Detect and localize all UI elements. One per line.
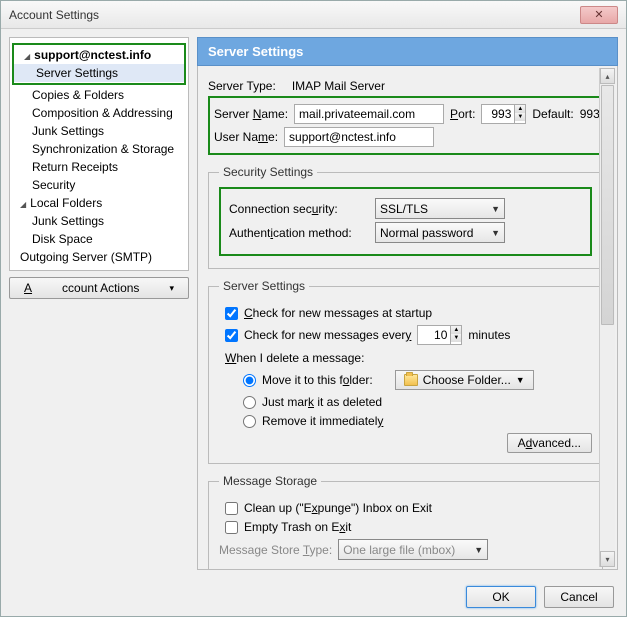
advanced-button[interactable]: Advanced... — [507, 433, 592, 453]
move-folder-label: Move it to this folder: — [262, 373, 373, 387]
check-startup-checkbox[interactable] — [225, 307, 238, 320]
scrollbar[interactable]: ▴ ▾ — [599, 68, 615, 567]
default-port-value: 993 — [580, 107, 600, 121]
connection-security-select[interactable]: SSL/TLS▼ — [375, 198, 505, 219]
scroll-thumb[interactable] — [601, 85, 614, 325]
folder-icon — [404, 374, 418, 386]
cleanup-inbox-checkbox[interactable] — [225, 502, 238, 515]
server-highlight: Server Name: Port: ▲▼ Default: 993 User … — [208, 96, 603, 155]
sidebar-item-copies[interactable]: Copies & Folders — [10, 86, 188, 104]
chevron-down-icon: ▼ — [516, 375, 525, 385]
interval-input[interactable] — [418, 326, 450, 344]
check-startup-label: Check for new messages at startup — [244, 306, 432, 320]
port-input[interactable] — [482, 105, 514, 123]
sidebar-item-sync[interactable]: Synchronization & Storage — [10, 140, 188, 158]
sidebar-item-outgoing[interactable]: Outgoing Server (SMTP) — [10, 248, 188, 266]
cancel-button[interactable]: Cancel — [544, 586, 614, 608]
port-up-icon[interactable]: ▲ — [515, 105, 525, 113]
window-title: Account Settings — [9, 8, 580, 22]
interval-unit: minutes — [468, 328, 510, 342]
server-type-label: Server Type: — [208, 79, 276, 93]
content-header: Server Settings — [197, 37, 618, 66]
scroll-up-icon[interactable]: ▴ — [600, 68, 615, 84]
security-highlight: Connection security: SSL/TLS▼ Authentica… — [219, 187, 592, 256]
scroll-down-icon[interactable]: ▾ — [600, 551, 615, 567]
account-settings-window: Account Settings ✕ support@nctest.info S… — [0, 0, 627, 617]
port-down-icon[interactable]: ▼ — [515, 113, 525, 121]
server-settings-group: Server Settings Check for new messages a… — [208, 279, 603, 464]
default-port-label: Default: — [532, 107, 573, 121]
port-label: Port: — [450, 107, 475, 121]
account-actions-button[interactable]: AAccount Actionsccount Actions▾ — [9, 277, 189, 299]
chevron-down-icon: ▼ — [474, 545, 483, 555]
account-actions: AAccount Actionsccount Actions▾ — [9, 277, 189, 299]
port-stepper[interactable]: ▲▼ — [481, 104, 526, 124]
interval-up-icon[interactable]: ▲ — [451, 326, 461, 334]
ok-button[interactable]: OK — [466, 586, 536, 608]
auth-method-label: Authentication method: — [229, 226, 369, 240]
dialog-footer: OK Cancel — [1, 578, 626, 616]
sidebar-item-composition[interactable]: Composition & Addressing — [10, 104, 188, 122]
interval-down-icon[interactable]: ▼ — [451, 334, 461, 342]
message-storage-group: Message Storage Clean up ("Expunge") Inb… — [208, 474, 603, 570]
chevron-down-icon: ▼ — [491, 228, 500, 238]
username-label: User Name: — [214, 130, 278, 144]
auth-method-select[interactable]: Normal password▼ — [375, 222, 505, 243]
mark-deleted-label: Just mark it as deleted — [262, 395, 382, 409]
message-storage-legend: Message Storage — [219, 474, 321, 488]
sidebar-item-local-junk[interactable]: Junk Settings — [10, 212, 188, 230]
sidebar-local-folders[interactable]: Local Folders — [10, 194, 188, 212]
sidebar-item-security[interactable]: Security — [10, 176, 188, 194]
delete-label: When I delete a message: — [225, 351, 592, 365]
mark-deleted-radio[interactable] — [243, 396, 256, 409]
security-settings-group: Security Settings Connection security: S… — [208, 165, 603, 269]
sidebar-item-server-settings[interactable]: Server Settings — [14, 64, 184, 82]
chevron-down-icon: ▼ — [491, 204, 500, 214]
close-icon[interactable]: ✕ — [580, 6, 618, 24]
check-every-label: Check for new messages every — [244, 328, 411, 342]
content-pane: Server Settings ▴ ▾ Server Type: IMAP Ma… — [197, 37, 618, 570]
choose-folder-button[interactable]: Choose Folder... ▼ — [395, 370, 534, 390]
server-name-label: Server Name: — [214, 107, 288, 121]
connection-security-label: Connection security: — [229, 202, 369, 216]
username-input[interactable] — [284, 127, 434, 147]
remove-immediately-radio[interactable] — [243, 415, 256, 428]
remove-immediately-label: Remove it immediately — [262, 414, 383, 428]
server-settings-legend: Server Settings — [219, 279, 309, 293]
server-type-value: IMAP Mail Server — [292, 79, 385, 93]
move-folder-radio[interactable] — [243, 374, 256, 387]
titlebar: Account Settings ✕ — [1, 1, 626, 29]
empty-trash-label: Empty Trash on Exit — [244, 520, 351, 534]
server-name-input[interactable] — [294, 104, 444, 124]
store-type-select: One large file (mbox)▼ — [338, 539, 488, 560]
security-settings-legend: Security Settings — [219, 165, 317, 179]
sidebar: support@nctest.info Server Settings Copi… — [9, 37, 189, 271]
sidebar-item-disk-space[interactable]: Disk Space — [10, 230, 188, 248]
sidebar-highlight: support@nctest.info Server Settings — [12, 43, 186, 85]
sidebar-account[interactable]: support@nctest.info — [14, 46, 184, 64]
interval-stepper[interactable]: ▲▼ — [417, 325, 462, 345]
sidebar-item-return[interactable]: Return Receipts — [10, 158, 188, 176]
check-every-checkbox[interactable] — [225, 329, 238, 342]
empty-trash-checkbox[interactable] — [225, 521, 238, 534]
store-type-label: Message Store Type: — [219, 543, 332, 557]
sidebar-item-junk[interactable]: Junk Settings — [10, 122, 188, 140]
cleanup-inbox-label: Clean up ("Expunge") Inbox on Exit — [244, 501, 432, 515]
